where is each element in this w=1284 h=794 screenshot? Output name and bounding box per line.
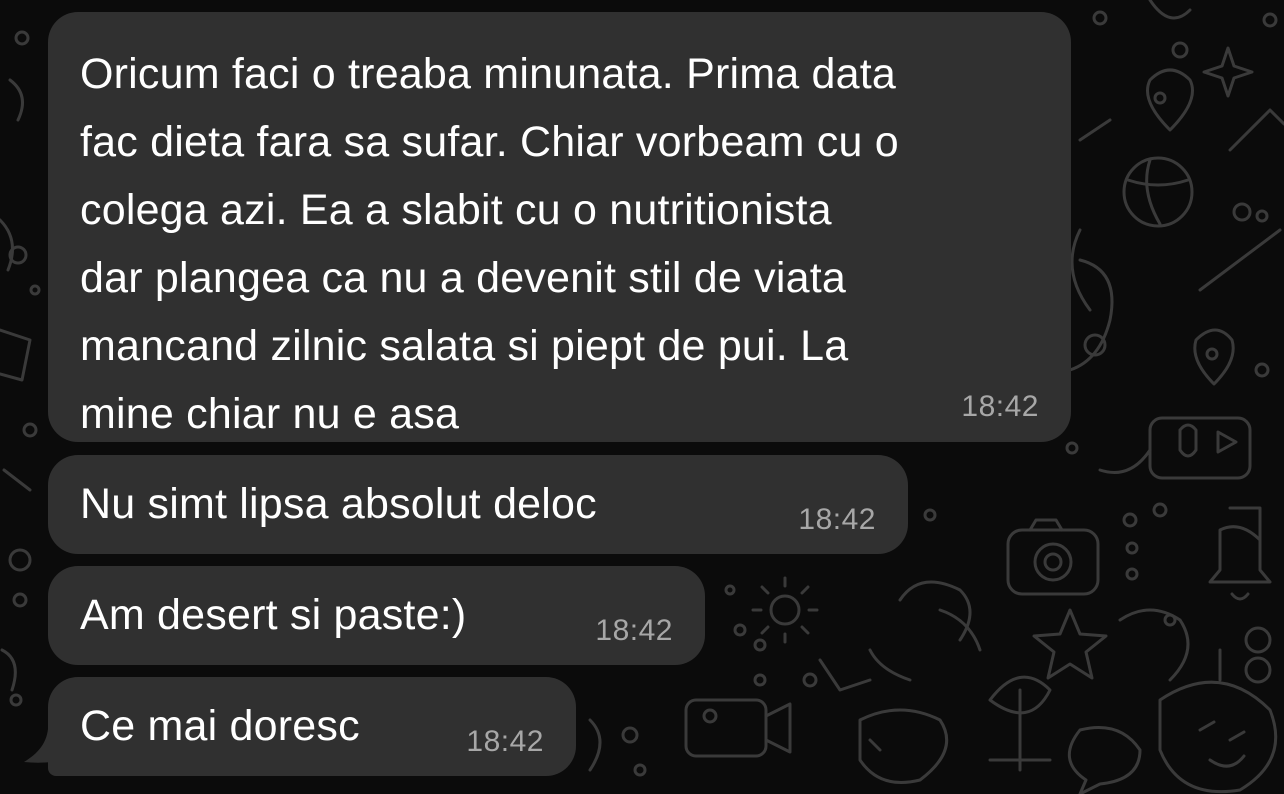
- camera-icon: [1006, 518, 1100, 596]
- basketball-icon: [1122, 156, 1194, 228]
- message-bubble[interactable]: Am desert si paste:) 18:42: [48, 566, 705, 665]
- emoji-face-icon: [1158, 680, 1278, 794]
- video-camera-icon: [684, 698, 792, 758]
- message-timestamp: 18:42: [595, 614, 673, 647]
- location-pin-icon: [1146, 68, 1194, 132]
- message-bubble[interactable]: Oricum faci o treaba minunata. Prima dat…: [48, 12, 1071, 442]
- message-timestamp: 18:42: [798, 503, 876, 536]
- message-timestamp: 18:42: [466, 725, 544, 758]
- message-text: Oricum faci o treaba minunata. Prima dat…: [80, 50, 899, 438]
- plant-icon: [988, 675, 1052, 772]
- location-pin-icon: [1193, 328, 1235, 386]
- message-timestamp: 18:42: [961, 390, 1039, 423]
- microphone-icon: [1148, 416, 1252, 480]
- message-text: Am desert si paste:): [80, 591, 467, 639]
- message-bubble[interactable]: Nu simt lipsa absolut deloc 18:42: [48, 455, 908, 554]
- bubble-dots-icon: [1067, 726, 1142, 794]
- gear-icon: [751, 576, 819, 644]
- message-bubble[interactable]: Ce mai doresc 18:42: [48, 677, 576, 776]
- message-text: Ce mai doresc: [80, 702, 360, 750]
- star-icon: [1202, 46, 1254, 98]
- message-text: Nu simt lipsa absolut deloc: [80, 480, 597, 528]
- play-icon: [1216, 430, 1238, 454]
